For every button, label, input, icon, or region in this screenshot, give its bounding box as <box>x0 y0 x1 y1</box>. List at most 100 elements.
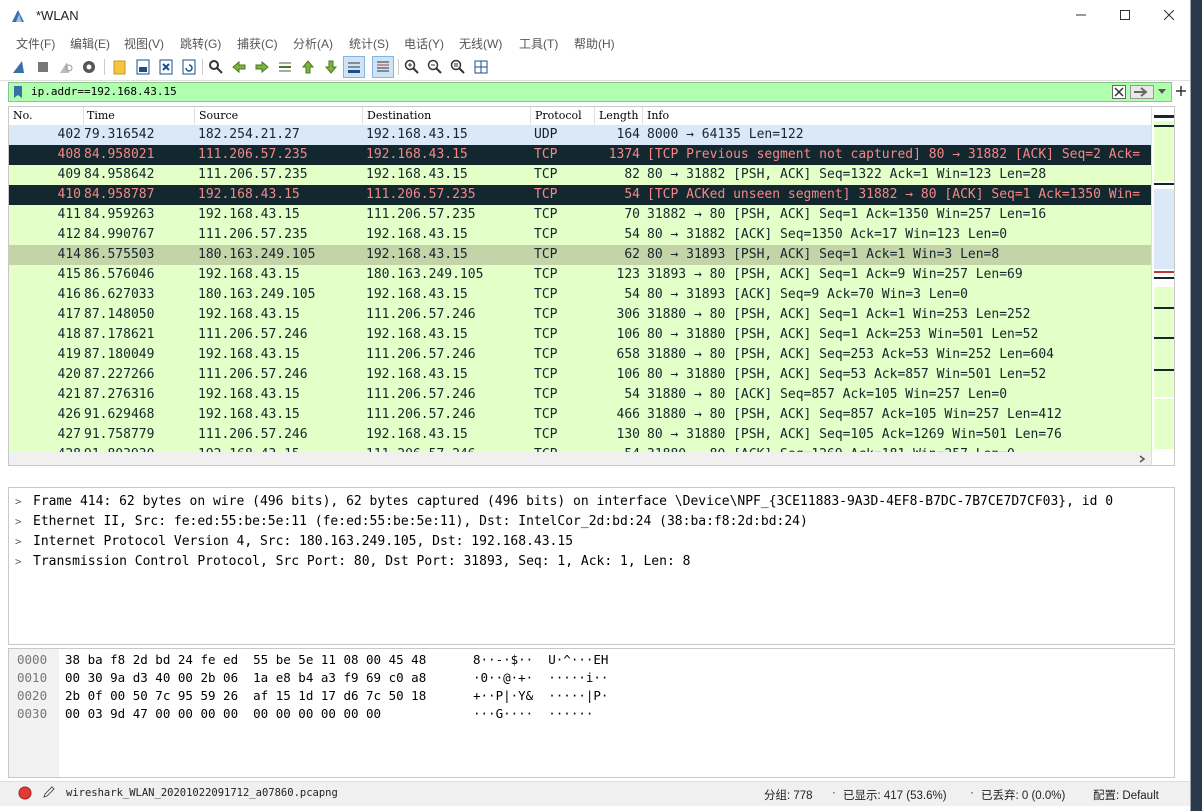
packet-row[interactable]: 402 79.316542 182.254.21.27 192.168.43.15 UD… <box>9 125 1151 145</box>
chevron-right-icon[interactable]: > <box>15 512 22 532</box>
menu-statistics[interactable]: 统计(S) <box>349 35 389 52</box>
first-packet-button[interactable] <box>298 57 318 77</box>
column-header-info[interactable]: Info <box>647 109 669 122</box>
menu-tools[interactable]: 工具(T) <box>519 35 558 52</box>
restart-icon <box>60 62 73 73</box>
packet-cell-len: 658 <box>616 347 640 362</box>
minimize-button[interactable] <box>1058 0 1104 30</box>
expert-info-red-dot-icon[interactable] <box>18 786 32 800</box>
column-header-length[interactable]: Length <box>599 109 638 122</box>
packet-list-horizontal-scrollbar[interactable] <box>9 452 1151 465</box>
byte-offset: 0000 <box>17 652 48 667</box>
packet-row[interactable]: 409 84.958642 111.206.57.235 192.168.43.15 T… <box>9 165 1151 185</box>
close-window-button[interactable] <box>1146 0 1192 30</box>
packet-cell-info: 31880 → 80 [PSH, ACK] Seq=1 Ack=1 Win=25… <box>647 307 1031 322</box>
filter-history-chevron-down-icon[interactable] <box>1157 88 1167 96</box>
main-toolbar <box>0 54 1190 81</box>
packet-row[interactable]: 412 84.990767 111.206.57.235 192.168.43.15 T… <box>9 225 1151 245</box>
chevron-right-icon[interactable]: > <box>15 552 22 572</box>
byte-hex[interactable]: 00 03 9d 47 00 00 00 00 00 00 00 00 00 0… <box>65 705 381 723</box>
column-header-source[interactable]: Source <box>199 109 238 122</box>
save-file-button[interactable] <box>133 57 153 77</box>
packet-row[interactable]: 415 86.576046 192.168.43.15 180.163.249.105… <box>9 265 1151 285</box>
packet-cell-info: 80 → 31882 [PSH, ACK] Seq=1322 Ack=1 Win… <box>647 167 1047 182</box>
packet-row[interactable]: 427 91.758779 111.206.57.246 192.168.43.15 T… <box>9 425 1151 445</box>
packet-cell-src: 111.206.57.235 <box>198 147 308 162</box>
apply-filter-arrow-icon[interactable] <box>1130 85 1154 99</box>
colorize-button[interactable] <box>372 56 394 78</box>
minimap-mark <box>1154 287 1174 397</box>
add-filter-button-plus-icon[interactable] <box>1175 85 1187 97</box>
byte-hex[interactable]: 00 30 9a d3 40 00 2b 06 1a e8 b4 a3 f9 6… <box>65 669 426 687</box>
close-file-button[interactable] <box>156 57 176 77</box>
column-header-destination[interactable]: Destination <box>367 109 431 122</box>
byte-hex[interactable]: 38 ba f8 2d bd 24 fe ed 55 be 5e 11 08 0… <box>65 651 426 669</box>
packet-row[interactable]: 418 87.178621 111.206.57.246 192.168.43.15 T… <box>9 325 1151 345</box>
stop-capture-button[interactable] <box>33 57 53 77</box>
go-back-button[interactable] <box>229 57 249 77</box>
menu-telephony[interactable]: 电话(Y) <box>404 35 444 52</box>
zoom-in-button[interactable] <box>402 57 422 77</box>
packet-row[interactable]: 408 84.958021 111.206.57.235 192.168.43.15 T… <box>9 145 1151 165</box>
capture-options-button[interactable] <box>79 57 99 77</box>
clear-filter-icon[interactable] <box>1112 85 1126 99</box>
options-gear-icon <box>83 61 95 73</box>
packet-row[interactable]: 417 87.148050 192.168.43.15 111.206.57.246 T… <box>9 305 1151 325</box>
column-header-protocol[interactable]: Protocol <box>535 109 582 122</box>
packet-row[interactable]: 410 84.958787 192.168.43.15 111.206.57.235 T… <box>9 185 1151 205</box>
packet-minimap-scrollbar[interactable] <box>1151 107 1174 465</box>
packet-row[interactable]: 420 87.227266 111.206.57.246 192.168.43.15 T… <box>9 365 1151 385</box>
packet-row[interactable]: 421 87.276316 192.168.43.15 111.206.57.246 T… <box>9 385 1151 405</box>
bookmark-icon[interactable] <box>13 85 23 99</box>
menu-help[interactable]: 帮助(H) <box>574 35 615 52</box>
display-filter-input[interactable]: ip.addr==192.168.43.15 <box>31 85 177 98</box>
column-header-time[interactable]: Time <box>87 109 115 122</box>
profile-selector[interactable]: 配置: Default <box>1093 787 1159 803</box>
column-header-no[interactable]: No. <box>13 109 33 122</box>
edit-comment-pencil-icon[interactable] <box>42 785 56 799</box>
minimap-mark <box>1154 125 1174 127</box>
open-file-button[interactable] <box>110 57 130 77</box>
forward-icon <box>255 60 269 74</box>
menu-capture[interactable]: 捕获(C) <box>237 35 278 52</box>
chevron-right-icon[interactable]: > <box>15 532 22 552</box>
goto-packet-icon <box>279 62 291 72</box>
last-packet-button[interactable] <box>321 57 341 77</box>
start-capture-button[interactable] <box>10 57 30 77</box>
autoscroll-button[interactable] <box>343 56 365 78</box>
menu-go[interactable]: 跳转(G) <box>180 35 221 52</box>
menu-view[interactable]: 视图(V) <box>124 35 164 52</box>
packet-row[interactable]: 419 87.180049 192.168.43.15 111.206.57.246 T… <box>9 345 1151 365</box>
packet-cell-proto: TCP <box>534 207 558 222</box>
menu-file[interactable]: 文件(F) <box>16 35 55 52</box>
packet-row[interactable]: 416 86.627033 180.163.249.105 192.168.43.15… <box>9 285 1151 305</box>
zoom-normal-button[interactable] <box>448 57 468 77</box>
menu-analyze[interactable]: 分析(A) <box>293 35 333 52</box>
packet-row[interactable]: 426 91.629468 192.168.43.15 111.206.57.246 T… <box>9 405 1151 425</box>
menu-edit[interactable]: 编辑(E) <box>70 35 110 52</box>
menu-wireless[interactable]: 无线(W) <box>459 35 502 52</box>
packet-cell-time: 84.958642 <box>84 167 155 182</box>
byte-ascii[interactable]: +··P|·Y& ·····|P· <box>473 687 608 705</box>
byte-hex[interactable]: 2b 0f 00 50 7c 95 59 26 af 15 1d 17 d6 7… <box>65 687 426 705</box>
packet-cell-info: 80 → 31882 [ACK] Seq=1350 Ack=17 Win=123… <box>647 227 1008 242</box>
maximize-button[interactable] <box>1102 0 1148 30</box>
goto-packet-button[interactable] <box>275 57 295 77</box>
toolbar-separator <box>202 59 203 75</box>
find-packet-button[interactable] <box>206 57 226 77</box>
scroll-right-chevron-icon[interactable] <box>1138 455 1146 463</box>
packet-cell-info: 80 → 31893 [PSH, ACK] Seq=1 Ack=1 Win=3 … <box>647 247 1000 262</box>
packet-row[interactable]: 414 86.575503 180.163.249.105 192.168.43.15… <box>9 245 1151 265</box>
go-forward-button[interactable] <box>252 57 272 77</box>
packet-row[interactable]: 411 84.959263 192.168.43.15 111.206.57.235 T… <box>9 205 1151 225</box>
byte-ascii[interactable]: ·0··@·+· ·····i·· <box>473 669 608 687</box>
zoom-out-button[interactable] <box>425 57 445 77</box>
resize-columns-button[interactable] <box>471 57 491 77</box>
byte-ascii[interactable]: ···G···· ······ <box>473 705 593 723</box>
restart-capture-button[interactable] <box>56 57 76 77</box>
chevron-right-icon[interactable]: > <box>15 492 22 512</box>
minimap-mark <box>1154 115 1174 118</box>
byte-ascii[interactable]: 8··-·$·· U·^···EH <box>473 651 608 669</box>
packet-cell-info: 80 → 31880 [PSH, ACK] Seq=105 Ack=1269 W… <box>647 427 1062 442</box>
reload-file-button[interactable] <box>179 57 199 77</box>
